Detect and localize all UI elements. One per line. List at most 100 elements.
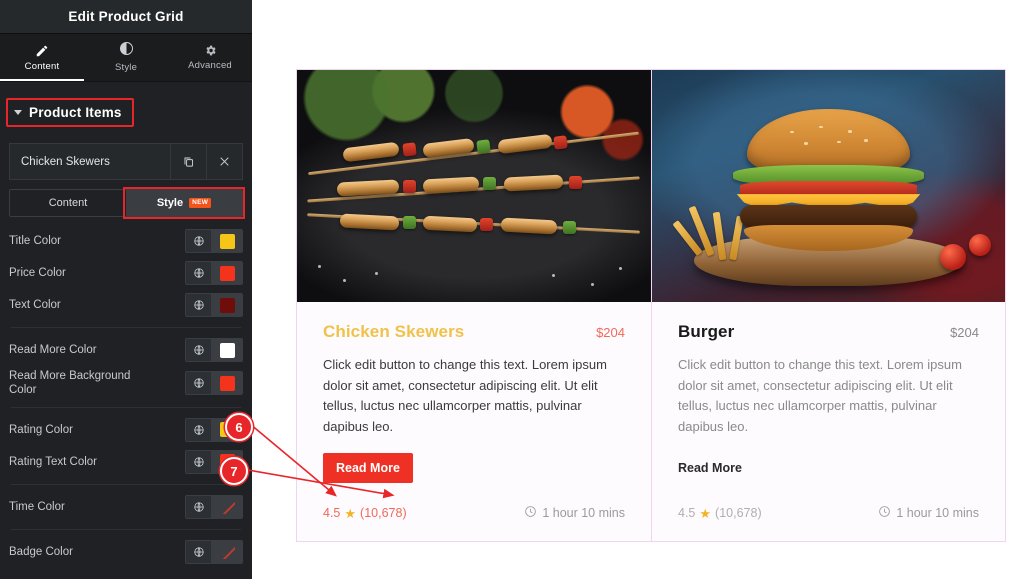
control-inputs [185,539,243,564]
swatch-color [219,233,235,249]
clock-icon [524,505,537,521]
section-product-items-label: Product Items [29,105,122,120]
pencil-icon [35,44,49,58]
globe-icon[interactable] [186,372,212,395]
page-title: Edit Product Grid [68,9,184,24]
color-swatch[interactable] [212,230,242,252]
item-subtabs-wrap: Content Style NEW [9,187,245,219]
color-swatch[interactable] [212,372,242,395]
control-row-time-color: Time Color [9,491,243,523]
read-more-button[interactable]: Read More [678,453,742,483]
control-row-price-color: Price Color [9,257,243,289]
rating-group: 4.5 ★ (10,678) [678,506,762,520]
product-price: $204 [596,325,625,340]
product-description: Click edit button to change this text. L… [678,357,962,434]
product-description: Click edit button to change this text. L… [323,357,607,434]
color-swatch[interactable] [212,294,242,316]
chicken-skewers-photo [297,70,651,302]
subtab-content[interactable]: Content [10,190,126,216]
control-row-read-more-background-color: Read More Background Color [9,366,243,401]
globe-icon[interactable] [186,418,212,441]
style-controls: Title Color Price Color Text Color Read Mor… [0,225,252,568]
color-swatch[interactable] [212,418,242,441]
control-row-rating-text-color: Rating Text Color [9,446,243,478]
bun-top [747,109,910,173]
subtab-style[interactable]: Style NEW [123,187,245,219]
new-badge: NEW [189,198,212,208]
swatch-empty [220,499,235,514]
control-inputs [185,293,243,317]
product-card[interactable]: Burger $204 Click edit button to change … [651,70,1005,541]
product-card[interactable]: Chicken Skewers $204 Click edit button t… [297,70,651,541]
subtab-content-label: Content [48,197,88,209]
close-icon[interactable] [206,144,242,179]
panel-tabs: Content Style Advanced [0,34,252,82]
swatch-color [219,375,235,391]
repeater-item-chicken-skewers[interactable]: Chicken Skewers [9,143,243,180]
swatch-color [219,297,235,313]
skewer-group [307,131,641,254]
tab-advanced[interactable]: Advanced [168,34,252,81]
patty-layer [740,204,917,228]
tab-style[interactable]: Style [84,34,168,81]
tab-advanced-label: Advanced [188,60,232,71]
globe-icon[interactable] [186,294,212,316]
globe-icon[interactable] [186,230,212,252]
time-group: 1 hour 10 mins [878,505,979,521]
section-product-items[interactable]: Product Items [6,98,134,127]
divider [11,483,241,485]
time-label: 1 hour 10 mins [896,506,979,520]
tab-content[interactable]: Content [0,34,84,81]
caret-down-icon [14,110,22,115]
control-label: Rating Text Color [9,455,97,468]
control-label: Rating Color [9,423,73,436]
color-swatch[interactable] [212,540,242,563]
rating-count: (10,678) [715,506,762,520]
repeater-item-title: Chicken Skewers [21,155,110,168]
control-row-text-color: Text Color [9,289,243,321]
product-footer: 4.5 ★ (10,678) 1 hour 10 mins [652,505,1005,541]
globe-icon[interactable] [186,450,212,473]
control-row-read-more-color: Read More Color [9,334,243,366]
swatch-color [219,454,235,470]
product-title-row: Burger $204 [678,322,979,342]
contrast-icon [119,42,133,59]
repeater-list: Chicken Skewers [9,143,243,180]
control-row-title-color: Title Color [9,225,243,257]
control-inputs [185,494,243,519]
color-swatch[interactable] [212,262,242,284]
star-icon: ★ [699,505,712,521]
product-price: $204 [950,325,979,340]
color-swatch[interactable] [212,450,242,473]
globe-icon[interactable] [186,339,212,361]
color-swatch[interactable] [212,339,242,361]
swatch-empty [220,544,235,559]
globe-icon[interactable] [186,262,212,284]
product-grid: Chicken Skewers $204 Click edit button t… [296,69,1006,542]
rating-group: 4.5 ★ (10,678) [323,506,407,520]
control-row-rating-color: Rating Color [9,414,243,446]
subtab-style-label: Style [156,197,184,209]
preview-canvas: Chicken Skewers $204 Click edit button t… [252,0,1024,579]
globe-icon[interactable] [186,540,212,563]
swatch-color [219,342,235,358]
swatch-color [219,265,235,281]
rating-value: 4.5 [323,506,341,520]
swatch-color [219,422,235,438]
copy-icon[interactable] [170,144,206,179]
gear-icon [204,44,217,57]
control-label: Time Color [9,500,65,513]
panel-header: Edit Product Grid [0,0,252,34]
product-title: Chicken Skewers [323,322,465,341]
globe-icon[interactable] [186,495,212,518]
control-inputs [185,449,243,474]
app-screen: Edit Product Grid Content Style Advanced [0,0,1024,579]
product-title-row: Chicken Skewers $204 [323,322,625,342]
burger-photo [652,70,1005,302]
color-swatch[interactable] [212,495,242,518]
control-label: Read More Background Color [9,370,131,397]
divider [11,406,241,408]
divider [11,327,241,328]
product-footer: 4.5 ★ (10,678) 1 hour 10 mins [297,505,651,541]
read-more-button[interactable]: Read More [323,453,413,483]
